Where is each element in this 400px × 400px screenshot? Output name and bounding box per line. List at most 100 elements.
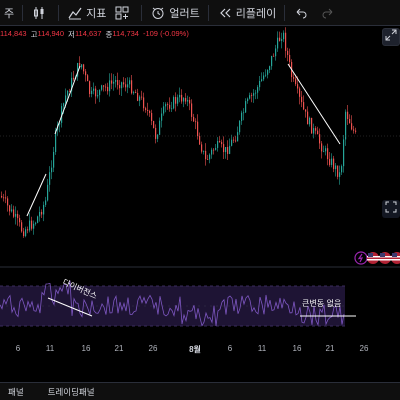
candle-body [339, 172, 341, 177]
candle-body [199, 136, 201, 145]
candle-body [189, 100, 191, 104]
candle-body [287, 50, 289, 55]
candle-body [207, 159, 209, 160]
candle-body [65, 95, 67, 104]
candle-body [231, 139, 233, 146]
trading-panel-tab[interactable]: 트레이딩패널 [40, 386, 103, 398]
undo-icon [293, 5, 309, 21]
undo-button[interactable] [289, 0, 316, 26]
candle-body [301, 96, 303, 103]
candle-body [279, 37, 281, 41]
time-axis[interactable]: 6 11 16 21 26 8월 6 11 16 21 26 [0, 340, 400, 356]
candle-body [185, 98, 187, 102]
x-tick: 16 [81, 344, 91, 353]
candle-body [251, 95, 253, 96]
candle-body [285, 32, 287, 51]
candle-body [171, 108, 173, 110]
candle-body [299, 88, 301, 97]
candle-body [225, 147, 227, 153]
candle-body [103, 85, 105, 87]
alert-button[interactable]: 얼러트 [146, 0, 203, 26]
candle-body [163, 106, 165, 114]
candle-body [17, 213, 19, 219]
candle-body [21, 222, 23, 232]
candle-body [337, 165, 339, 177]
candle-body [63, 103, 65, 107]
candle-body [183, 98, 185, 102]
candle-body [133, 92, 135, 94]
x-tick: 16 [292, 344, 302, 353]
candle-body [121, 82, 123, 89]
candle-body [155, 127, 157, 139]
candle-body [335, 165, 337, 170]
candle-body [179, 94, 181, 98]
candle-body [73, 77, 75, 80]
candle-body [353, 129, 355, 131]
candle-body [249, 95, 251, 99]
interval-label: 주 [4, 7, 15, 20]
alarm-clock-icon [150, 5, 166, 21]
candle-body [289, 54, 291, 63]
candle-body [295, 78, 297, 85]
redo-button[interactable] [316, 0, 343, 26]
candle-body [147, 109, 149, 112]
redo-icon [320, 5, 336, 21]
fullscreen-icon [385, 200, 397, 218]
candle-body [139, 96, 141, 101]
candle-body [253, 93, 255, 96]
panel-tab[interactable]: 패널 [0, 386, 32, 398]
candle-body [271, 55, 273, 67]
indicators-button[interactable]: 지표 [63, 0, 110, 26]
candle-body [329, 159, 331, 165]
candle-body [129, 80, 131, 85]
candle-body [293, 77, 295, 79]
candle-body [323, 151, 325, 153]
candle-body [115, 79, 117, 82]
candles-icon [31, 5, 47, 21]
candle-body [5, 197, 7, 199]
candle-body [13, 209, 15, 217]
change-value: -109 (-0.09%) [142, 29, 189, 38]
candle-body [307, 111, 309, 125]
candle-body [145, 108, 147, 110]
candle-body [187, 100, 189, 102]
candle-body [205, 150, 207, 160]
candle-body [237, 132, 239, 142]
candle-body [47, 184, 49, 201]
expand-button[interactable] [382, 28, 400, 46]
low-value: 114,637 [74, 29, 102, 38]
no-change-label: 큰변동 없음 [302, 298, 341, 308]
candle-body [113, 81, 115, 84]
candle-body [95, 88, 97, 97]
candle-body [93, 88, 95, 91]
candle-body [41, 211, 43, 215]
candle-body [161, 113, 163, 121]
candle-body [3, 197, 5, 199]
candle-body [255, 92, 257, 94]
candle-body [261, 79, 263, 81]
candle-body [315, 128, 317, 131]
candle-body [117, 79, 119, 86]
candle-body [275, 48, 277, 57]
candle-body [109, 80, 111, 92]
candle-body [273, 55, 275, 57]
fullscreen-toggle-button[interactable] [382, 200, 400, 218]
candle-body [303, 102, 305, 110]
interval-button[interactable]: 주 [0, 0, 18, 26]
chart-type-button[interactable] [27, 0, 54, 26]
candle-body [355, 130, 357, 132]
candle-body [341, 166, 343, 173]
candle-body [219, 141, 221, 143]
replay-button[interactable]: 리플레이 [213, 0, 280, 26]
layout-button[interactable] [110, 0, 137, 26]
x-tick: 6 [15, 344, 21, 353]
replay-label: 리플레이 [235, 7, 277, 20]
candle-body [27, 229, 29, 231]
event-flag-us-3[interactable] [388, 251, 400, 269]
candle-body [175, 97, 177, 104]
high-label: 고 [30, 30, 38, 39]
chart-pane[interactable]: 다이버전스 큰변동 없음 [0, 26, 400, 356]
candle-body [85, 71, 87, 76]
candle-body [97, 95, 99, 97]
candle-body [49, 172, 51, 185]
